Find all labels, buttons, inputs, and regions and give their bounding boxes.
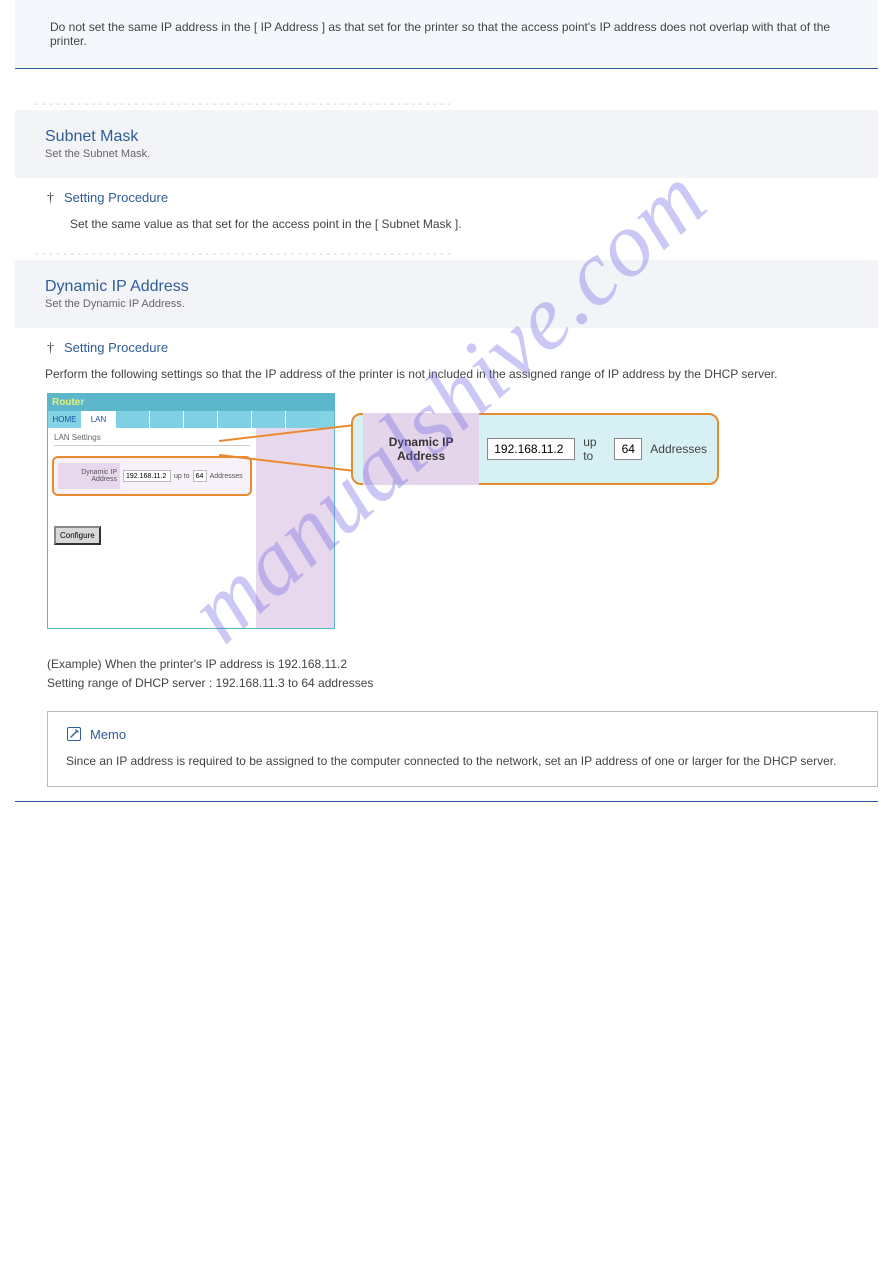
postfig-line1: (Example) When the printer's IP address …	[47, 655, 878, 674]
addresses-text-big: Addresses	[650, 442, 707, 456]
param-sub-dynip: Set the Dynamic IP Address.	[45, 298, 858, 310]
dynip-label-big: Dynamic IP Address	[363, 413, 479, 485]
upto-text-small: up to	[174, 473, 190, 480]
router-figure: Router HOME LAN LAN Settings Dynamic IP …	[15, 393, 878, 643]
obelisk-icon: †	[47, 341, 54, 357]
dash-row-1: - - - - - - - - - - - - - - - - - - - - …	[15, 99, 878, 110]
divider-top	[15, 68, 878, 69]
subnet-desc: Set the same value as that set for the a…	[15, 215, 878, 233]
cross-row-2: † Setting Procedure	[15, 340, 878, 357]
configure-button[interactable]: Configure	[54, 526, 101, 545]
router-title: Router	[52, 397, 84, 408]
tab-lan[interactable]: LAN	[82, 411, 116, 428]
memo-heading: Memo	[66, 726, 859, 742]
router-sidebar	[256, 428, 334, 628]
dash-row-2: - - - - - - - - - - - - - - - - - - - - …	[15, 249, 878, 260]
obelisk-icon: †	[47, 191, 54, 207]
router-body: LAN Settings Dynamic IP Address up to Ad…	[48, 428, 334, 628]
count-input-big[interactable]	[614, 438, 642, 460]
lan-settings-heading: LAN Settings	[54, 433, 250, 446]
router-ui-mock: Router HOME LAN LAN Settings Dynamic IP …	[47, 393, 335, 629]
cross-row-1: † Setting Procedure	[15, 190, 878, 207]
setting-procedure-label-1: Setting Procedure	[64, 190, 168, 205]
memo-label: Memo	[90, 727, 126, 742]
ip-input-small[interactable]	[123, 470, 171, 482]
ip-input-big[interactable]	[487, 438, 575, 460]
memo-box: Memo Since an IP address is required to …	[47, 711, 878, 786]
tab-empty[interactable]	[184, 411, 218, 428]
dynip-row-small: Dynamic IP Address up to Addresses	[52, 456, 252, 496]
tab-home[interactable]: HOME	[48, 411, 82, 428]
tab-empty[interactable]	[252, 411, 286, 428]
postfig-text: (Example) When the printer's IP address …	[15, 655, 878, 693]
count-input-small[interactable]	[193, 470, 207, 482]
param-sub-subnet: Set the Subnet Mask.	[45, 148, 858, 160]
router-tabs: HOME LAN	[48, 411, 334, 428]
param-title-dynip: Dynamic IP Address	[45, 278, 858, 296]
addresses-text-small: Addresses	[210, 473, 243, 480]
tab-empty[interactable]	[116, 411, 150, 428]
postfig-line2: Setting range of DHCP server : 192.168.1…	[47, 674, 878, 693]
top-note: Do not set the same IP address in the [ …	[15, 0, 878, 68]
param-block-dynip: Dynamic IP Address Set the Dynamic IP Ad…	[15, 260, 878, 328]
dynip-cue: Perform the following settings so that t…	[15, 365, 878, 383]
upto-text-big: up to	[583, 435, 606, 463]
router-titlebar: Router	[48, 394, 334, 411]
memo-icon	[66, 726, 82, 742]
tab-empty[interactable]	[286, 411, 320, 428]
setting-procedure-label-2: Setting Procedure	[64, 340, 168, 355]
tab-empty[interactable]	[150, 411, 184, 428]
dynip-callout-big: Dynamic IP Address up to Addresses	[351, 413, 719, 485]
top-note-text: Do not set the same IP address in the [ …	[50, 20, 853, 48]
divider-bottom	[15, 801, 878, 802]
param-block-subnet: Subnet Mask Set the Subnet Mask.	[15, 110, 878, 178]
dynip-label-small: Dynamic IP Address	[58, 463, 120, 489]
memo-body: Since an IP address is required to be as…	[66, 752, 859, 771]
param-title-subnet: Subnet Mask	[45, 128, 858, 146]
tab-empty[interactable]	[218, 411, 252, 428]
